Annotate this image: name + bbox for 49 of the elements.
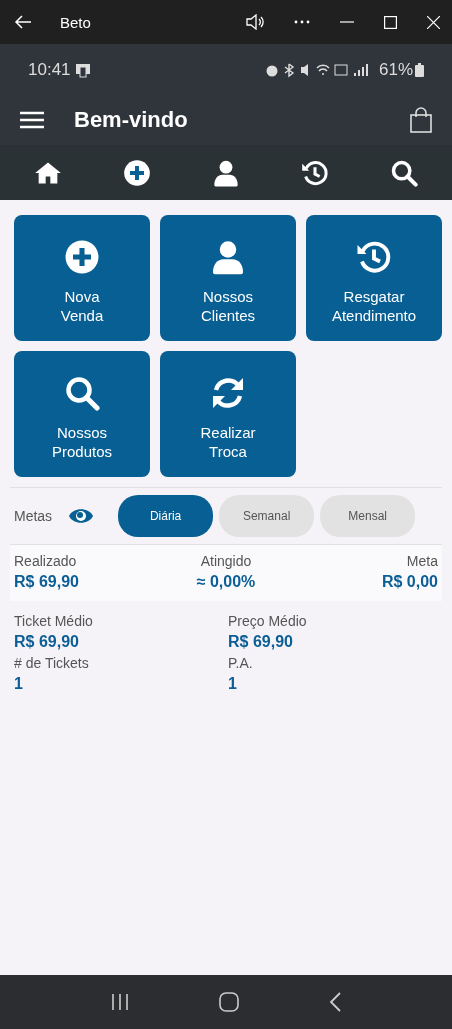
menu-tile[interactable]: Nossos Produtos [14,351,150,477]
battery-percent: 61% [378,59,413,80]
eye-icon[interactable] [68,507,95,525]
menu-icon[interactable] [20,111,44,129]
metric-value: R$ 69,90 [228,633,294,651]
metric-label: Preço Médio [228,613,308,629]
person-icon[interactable] [212,158,240,187]
shopping-bag-icon[interactable] [410,107,432,133]
menu-tile[interactable]: Resgatar Atendimento [306,215,442,341]
person-icon[interactable] [210,239,246,275]
search-icon[interactable] [64,375,100,411]
menu-tile[interactable]: Nova Venda [14,215,150,341]
metric-label: # de Tickets [14,655,90,671]
back-arrow-icon[interactable] [14,15,32,29]
recents-icon[interactable] [111,993,129,1011]
history-icon[interactable] [300,158,329,187]
history-icon[interactable] [356,239,392,275]
metric-value: R$ 69,90 [14,633,80,651]
metric-label: Meta [405,553,438,569]
search-icon[interactable] [389,158,418,187]
metric-value: ≈ 0,00% [195,573,257,591]
plus-circle-icon[interactable] [64,239,100,275]
metric-value: 1 [228,675,238,693]
plus-circle-icon[interactable] [123,158,152,187]
window-title: Beto [60,13,92,31]
metric-value: R$ 0,00 [380,573,438,591]
battery-icon [415,62,424,77]
metric-label: Atingido [199,553,253,569]
cast-icon [74,61,91,78]
period-tab[interactable]: Semanal [219,495,315,537]
more-icon[interactable] [294,20,310,24]
period-tab[interactable]: Diária [118,495,214,537]
period-tab[interactable]: Mensal [320,495,416,537]
close-icon[interactable] [427,15,440,29]
app-title: Bem-vindo [74,107,189,133]
clock: 10:41 [28,59,71,80]
back-icon[interactable] [329,992,341,1012]
menu-tile[interactable]: Realizar Troca [160,351,296,477]
metric-label: P.A. [228,655,254,671]
metric-label: Ticket Médio [14,613,94,629]
goals-label: Metas [14,508,53,524]
metric-value: 1 [14,675,24,693]
refresh-icon[interactable] [210,375,246,411]
menu-tile[interactable]: Nossos Clientes [160,215,296,341]
maximize-icon[interactable] [384,15,397,29]
metric-value: R$ 69,90 [14,573,80,591]
metric-label: Realizado [14,553,78,569]
speaker-icon[interactable] [246,14,264,30]
home-button-icon[interactable] [219,992,239,1012]
